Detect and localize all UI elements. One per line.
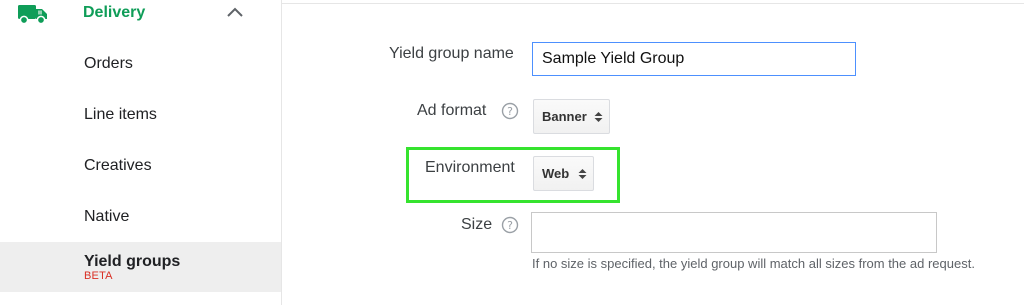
size-label: Size [461, 216, 493, 233]
sidebar-item-label: Orders [84, 55, 133, 72]
sidebar-item-label: Line items [84, 106, 157, 123]
divider [282, 3, 1024, 4]
sidebar-item-orders[interactable]: Orders [0, 40, 281, 88]
help-icon[interactable]: ? [501, 216, 519, 234]
environment-value: Web [542, 166, 570, 181]
sidebar-item-label: Yield groups [84, 253, 181, 270]
svg-text:?: ? [507, 219, 513, 232]
truck-icon [18, 5, 47, 25]
beta-badge: BETA [84, 270, 113, 282]
size-hint: If no size is specified, the yield group… [532, 256, 975, 271]
sidebar-item-yield-groups[interactable]: Yield groups BETA [0, 242, 281, 292]
delivery-section-title: Delivery [83, 4, 146, 21]
sidebar-item-label: Creatives [84, 157, 152, 174]
ad-format-label: Ad format [417, 102, 487, 119]
yield-group-name-label: Yield group name [389, 45, 514, 62]
ad-format-select[interactable]: Banner [533, 99, 610, 134]
sidebar-item-creatives[interactable]: Creatives [0, 142, 281, 190]
chevron-up-icon[interactable] [226, 6, 244, 18]
help-icon[interactable]: ? [501, 102, 519, 120]
sidebar: Delivery Orders Line items Creatives Nat… [0, 0, 282, 305]
delivery-section-header[interactable]: Delivery [0, 0, 281, 34]
environment-select[interactable]: Web [533, 156, 594, 191]
yield-group-name-input[interactable] [532, 42, 856, 76]
sidebar-item-line-items[interactable]: Line items [0, 91, 281, 139]
environment-label: Environment [425, 159, 515, 176]
sort-arrows-icon [578, 169, 587, 179]
ad-format-value: Banner [542, 109, 587, 124]
sidebar-item-native[interactable]: Native [0, 193, 281, 241]
sidebar-item-label: Native [84, 208, 130, 225]
size-input[interactable] [531, 212, 937, 253]
sort-arrows-icon [594, 112, 603, 122]
svg-text:?: ? [507, 105, 513, 118]
yield-group-form: Yield group name Ad format ? Banner Envi… [282, 0, 1024, 305]
